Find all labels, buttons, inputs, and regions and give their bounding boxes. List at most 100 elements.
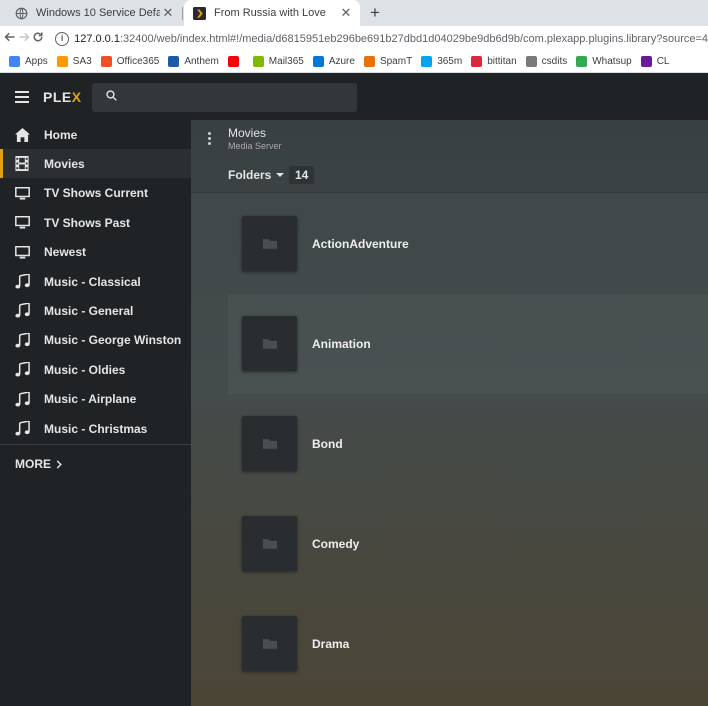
bookmark-item[interactable]: Azure xyxy=(312,56,355,67)
folder-thumbnail[interactable] xyxy=(242,316,297,371)
library-content: Movies Media Server Folders 14 ActionAdv… xyxy=(191,120,708,706)
sidebar-item-music-classical[interactable]: Music - Classical xyxy=(0,267,191,296)
bookmark-item[interactable]: SA3 xyxy=(56,56,92,67)
spamt-icon xyxy=(363,56,375,67)
library-title: Movies xyxy=(228,126,267,140)
bookmark-item[interactable]: Apps xyxy=(9,56,48,67)
folder-item[interactable]: ActionAdventure xyxy=(228,194,708,294)
sidebar-item-label: TV Shows Past xyxy=(44,215,131,230)
folder-icon xyxy=(262,539,277,549)
folder-item[interactable]: Animation xyxy=(228,294,708,394)
bookmark-label: Apps xyxy=(25,56,48,67)
site-info-icon[interactable]: i xyxy=(55,31,70,46)
link-icon xyxy=(525,56,537,67)
folder-name[interactable]: Comedy xyxy=(312,537,359,551)
bookmark-label: Mail365 xyxy=(268,56,304,67)
bookmark-item[interactable]: CL xyxy=(640,56,670,67)
music-note-icon xyxy=(14,362,30,378)
sidebar-item-music-christmas[interactable]: Music - Christmas xyxy=(0,414,191,443)
back-arrow-icon[interactable] xyxy=(3,30,17,47)
azure-icon xyxy=(312,56,324,67)
bookmark-item[interactable]: Mail365 xyxy=(252,56,304,67)
more-options-icon[interactable] xyxy=(208,132,211,145)
sidebar-item-movies[interactable]: Movies xyxy=(0,149,191,179)
bookmark-item[interactable]: bittitan xyxy=(471,56,517,67)
filter-bar: Folders 14 xyxy=(191,157,708,193)
bookmark-label: 365m xyxy=(437,56,463,67)
folder-thumbnail[interactable] xyxy=(242,616,297,671)
bookmark-label: Anthem xyxy=(184,56,219,67)
folder-name[interactable]: Animation xyxy=(312,337,371,351)
folder-item[interactable]: Bond xyxy=(228,394,708,494)
folder-thumbnail[interactable] xyxy=(242,416,297,471)
folder-thumbnail[interactable] xyxy=(242,216,297,271)
sidebar-item-label: TV Shows Current xyxy=(44,186,149,201)
music-note-icon xyxy=(14,274,30,290)
sidebar-item-label: Music - Classical xyxy=(44,274,141,289)
tab-separator xyxy=(182,7,183,20)
bookmark-item[interactable] xyxy=(227,56,244,67)
search-input[interactable] xyxy=(92,83,357,112)
sidebar-item-home[interactable]: Home xyxy=(0,120,191,149)
sidebar-item-label: Music - Airplane xyxy=(44,392,137,407)
folder-name[interactable]: Bond xyxy=(312,437,343,451)
chevron-right-icon xyxy=(56,459,62,469)
bookmark-item[interactable]: 365m xyxy=(421,56,462,67)
folder-item[interactable]: Drama xyxy=(228,594,708,694)
sidebar-item-label: Music - Oldies xyxy=(44,362,126,377)
sidebar-item-newest[interactable]: Newest xyxy=(0,238,191,267)
music-note-icon xyxy=(14,421,30,437)
more-button[interactable]: MORE xyxy=(15,457,62,471)
sidebar-item-music-george-winston[interactable]: Music - George Winston xyxy=(0,326,191,355)
bookmark-item[interactable]: SpamT xyxy=(363,56,412,67)
bookmark-item[interactable]: csdits xyxy=(525,56,568,67)
sidebar-item-tv-shows-past[interactable]: TV Shows Past xyxy=(0,208,191,237)
caret-down-icon xyxy=(276,173,285,177)
sidebar: MORE Home Movies TV Shows Current TV Shows … xyxy=(0,120,191,706)
view-type-dropdown[interactable]: Folders xyxy=(228,168,285,182)
bookmark-item[interactable]: Anthem xyxy=(168,56,219,67)
music-note-icon xyxy=(14,391,30,407)
plex-favicon-icon xyxy=(192,6,206,20)
sidebar-item-label: Home xyxy=(44,127,78,142)
peace-icon xyxy=(640,56,652,67)
bookmark-item[interactable]: Office365 xyxy=(100,56,159,67)
browser-tab-windows-service-defaults[interactable]: Windows 10 Service Defaults ✕ xyxy=(6,0,182,26)
film-icon xyxy=(14,156,30,172)
browser-tab-from-russia-with-love[interactable]: From Russia with Love ✕ xyxy=(184,0,360,26)
folder-icon xyxy=(262,439,277,449)
folder-icon xyxy=(262,239,277,249)
close-tab-icon[interactable]: ✕ xyxy=(160,5,176,21)
anthem-icon xyxy=(168,56,180,67)
plex-logo[interactable]: PLEX xyxy=(43,89,82,105)
folder-thumbnail[interactable] xyxy=(242,516,297,571)
bookmark-label: bittitan xyxy=(487,56,517,67)
address-bar[interactable]: i 127.0.0.1:32400/web/index.html#!/media… xyxy=(51,26,708,51)
folder-name[interactable]: Drama xyxy=(312,637,349,651)
sidebar-item-tv-shows-current[interactable]: TV Shows Current xyxy=(0,179,191,208)
more-label: MORE xyxy=(15,457,51,471)
new-tab-button[interactable]: + xyxy=(366,3,384,23)
bookmark-label: csdits xyxy=(541,56,568,67)
sidebar-item-label: Movies xyxy=(44,156,85,171)
folder-item[interactable]: Comedy xyxy=(228,494,708,594)
item-count-badge: 14 xyxy=(289,166,315,184)
sidebar-item-music-oldies[interactable]: Music - Oldies xyxy=(0,355,191,384)
sidebar-item-music-general[interactable]: Music - General xyxy=(0,296,191,325)
bookmark-item[interactable]: Whatsup xyxy=(576,56,632,67)
home-icon xyxy=(14,127,30,143)
sidebar-item-music-airplane[interactable]: Music - Airplane xyxy=(0,385,191,414)
windows-icon xyxy=(100,56,112,67)
reload-icon[interactable] xyxy=(31,30,45,47)
url-host: 127.0.0.1 xyxy=(74,32,120,45)
close-tab-icon[interactable]: ✕ xyxy=(338,5,354,21)
library-subtitle: Media Server xyxy=(228,141,282,151)
bookmarks-bar: Apps SA3 Office365 Anthem Mail365 Azure SpamT 3… xyxy=(0,51,708,73)
hamburger-menu-icon[interactable] xyxy=(15,91,29,103)
windows-icon xyxy=(252,56,264,67)
folder-name[interactable]: ActionAdventure xyxy=(312,237,409,251)
apps-grid-icon xyxy=(9,56,20,67)
forward-arrow-icon[interactable] xyxy=(17,30,31,47)
plex-header: PLEX xyxy=(0,74,708,120)
youtube-icon xyxy=(227,56,239,67)
